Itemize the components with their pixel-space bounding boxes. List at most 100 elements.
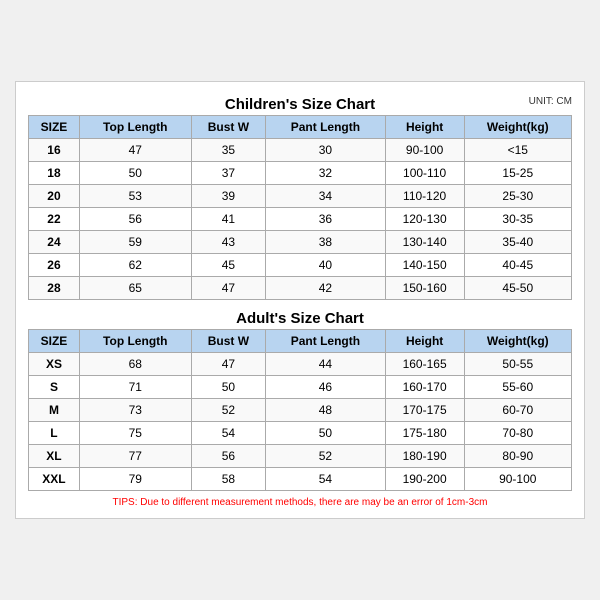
table-cell: 170-175 <box>385 399 464 422</box>
table-cell: 37 <box>191 162 266 185</box>
table-row: M735248170-17560-70 <box>29 399 572 422</box>
table-cell: 110-120 <box>385 185 464 208</box>
table-cell: XS <box>29 353 80 376</box>
table-cell: 180-190 <box>385 445 464 468</box>
table-cell: L <box>29 422 80 445</box>
adult-col-top-length: Top Length <box>79 330 191 353</box>
table-row: 18503732100-11015-25 <box>29 162 572 185</box>
table-row: XS684744160-16550-55 <box>29 353 572 376</box>
table-row: S715046160-17055-60 <box>29 376 572 399</box>
table-cell: 160-165 <box>385 353 464 376</box>
adult-table-body: XS684744160-16550-55S715046160-17055-60M… <box>29 353 572 491</box>
table-cell: 70-80 <box>464 422 571 445</box>
table-cell: 32 <box>266 162 386 185</box>
children-title-text: Children's Size Chart <box>225 96 375 113</box>
adults-title: Adult's Size Chart <box>28 306 572 329</box>
table-cell: 47 <box>191 353 266 376</box>
table-cell: 34 <box>266 185 386 208</box>
table-cell: 50 <box>191 376 266 399</box>
table-row: 24594338130-14035-40 <box>29 231 572 254</box>
table-cell: 50 <box>79 162 191 185</box>
table-cell: 100-110 <box>385 162 464 185</box>
table-cell: 41 <box>191 208 266 231</box>
table-cell: 60-70 <box>464 399 571 422</box>
table-cell: 18 <box>29 162 80 185</box>
children-header-row: SIZE Top Length Bust W Pant Length Heigh… <box>29 116 572 139</box>
col-weight: Weight(kg) <box>464 116 571 139</box>
table-cell: 38 <box>266 231 386 254</box>
table-cell: 77 <box>79 445 191 468</box>
table-cell: 24 <box>29 231 80 254</box>
table-cell: 36 <box>266 208 386 231</box>
table-cell: 20 <box>29 185 80 208</box>
table-cell: 79 <box>79 468 191 491</box>
table-cell: 35-40 <box>464 231 571 254</box>
col-top-length: Top Length <box>79 116 191 139</box>
table-cell: 90-100 <box>464 468 571 491</box>
table-cell: 56 <box>79 208 191 231</box>
table-row: L755450175-18070-80 <box>29 422 572 445</box>
children-title: Children's Size Chart UNIT: CM <box>28 92 572 115</box>
table-cell: 65 <box>79 277 191 300</box>
table-cell: 42 <box>266 277 386 300</box>
table-cell: 58 <box>191 468 266 491</box>
table-cell: 160-170 <box>385 376 464 399</box>
table-cell: 175-180 <box>385 422 464 445</box>
table-row: 22564136120-13030-35 <box>29 208 572 231</box>
table-cell: 47 <box>79 139 191 162</box>
children-size-table: SIZE Top Length Bust W Pant Length Heigh… <box>28 115 572 300</box>
table-row: 20533934110-12025-30 <box>29 185 572 208</box>
col-size: SIZE <box>29 116 80 139</box>
table-cell: 16 <box>29 139 80 162</box>
table-cell: 59 <box>79 231 191 254</box>
table-cell: 39 <box>191 185 266 208</box>
table-cell: 40 <box>266 254 386 277</box>
table-cell: 130-140 <box>385 231 464 254</box>
table-cell: 30-35 <box>464 208 571 231</box>
table-cell: 50 <box>266 422 386 445</box>
tips-text: TIPS: Due to different measurement metho… <box>28 497 572 508</box>
adult-header-row: SIZE Top Length Bust W Pant Length Heigh… <box>29 330 572 353</box>
table-cell: 45-50 <box>464 277 571 300</box>
table-cell: 45 <box>191 254 266 277</box>
table-row: 28654742150-16045-50 <box>29 277 572 300</box>
table-cell: 52 <box>266 445 386 468</box>
adult-size-table: SIZE Top Length Bust W Pant Length Heigh… <box>28 329 572 491</box>
table-cell: 190-200 <box>385 468 464 491</box>
table-cell: 71 <box>79 376 191 399</box>
table-cell: 28 <box>29 277 80 300</box>
col-height: Height <box>385 116 464 139</box>
table-cell: 44 <box>266 353 386 376</box>
chart-container: Children's Size Chart UNIT: CM SIZE Top … <box>15 81 585 519</box>
adults-title-text: Adult's Size Chart <box>236 310 364 327</box>
table-cell: 54 <box>266 468 386 491</box>
table-cell: <15 <box>464 139 571 162</box>
table-row: XXL795854190-20090-100 <box>29 468 572 491</box>
table-cell: 53 <box>79 185 191 208</box>
table-cell: 46 <box>266 376 386 399</box>
table-cell: 22 <box>29 208 80 231</box>
table-cell: 52 <box>191 399 266 422</box>
table-cell: 15-25 <box>464 162 571 185</box>
table-cell: 56 <box>191 445 266 468</box>
adult-col-size: SIZE <box>29 330 80 353</box>
adult-col-bust-w: Bust W <box>191 330 266 353</box>
table-cell: 68 <box>79 353 191 376</box>
table-cell: 120-130 <box>385 208 464 231</box>
table-cell: 73 <box>79 399 191 422</box>
table-row: 1647353090-100<15 <box>29 139 572 162</box>
table-cell: XXL <box>29 468 80 491</box>
table-cell: M <box>29 399 80 422</box>
table-cell: S <box>29 376 80 399</box>
table-row: 26624540140-15040-45 <box>29 254 572 277</box>
table-cell: 62 <box>79 254 191 277</box>
table-cell: 90-100 <box>385 139 464 162</box>
table-cell: 75 <box>79 422 191 445</box>
table-cell: 47 <box>191 277 266 300</box>
table-cell: 140-150 <box>385 254 464 277</box>
col-bust-w: Bust W <box>191 116 266 139</box>
table-cell: 150-160 <box>385 277 464 300</box>
adult-col-weight: Weight(kg) <box>464 330 571 353</box>
table-cell: 30 <box>266 139 386 162</box>
table-cell: 25-30 <box>464 185 571 208</box>
